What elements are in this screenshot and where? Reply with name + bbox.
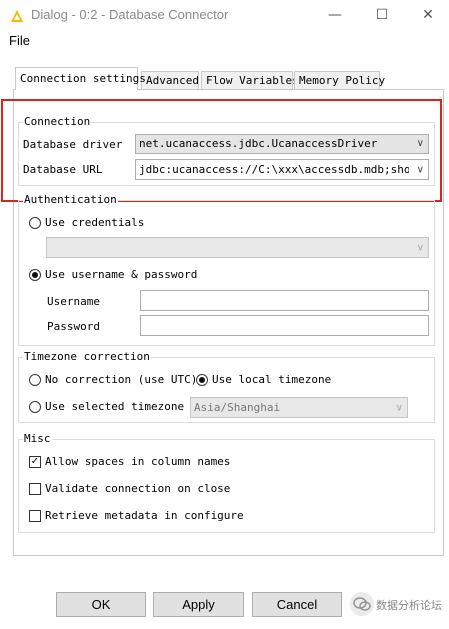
retrieve-metadata-checkbox[interactable]	[29, 510, 41, 522]
close-button[interactable]: ✕	[419, 6, 437, 24]
retrieve-metadata-label: Retrieve metadata in configure	[45, 509, 244, 522]
no-correction-label: No correction (use UTC)	[45, 373, 198, 386]
credentials-select[interactable]: ∨	[46, 237, 429, 258]
username-label: Username	[47, 295, 100, 308]
watermark-text: 数据分析论坛	[376, 600, 442, 612]
minimize-button[interactable]: —	[326, 6, 344, 24]
use-local-timezone-label: Use local timezone	[212, 373, 332, 386]
cancel-button[interactable]: Cancel	[252, 592, 342, 617]
password-label: Password	[47, 320, 100, 333]
misc-group-title: Misc	[23, 432, 52, 445]
checkmark-icon: ✓	[30, 456, 40, 467]
use-selected-timezone-label: Use selected timezone	[45, 400, 185, 413]
maximize-button[interactable]: ☐	[373, 6, 391, 24]
tab-flow-variables[interactable]: Flow Variables	[201, 71, 299, 89]
tab-memory-policy[interactable]: Memory Policy	[294, 71, 385, 89]
username-input[interactable]	[140, 290, 429, 311]
ok-button[interactable]: OK	[56, 592, 146, 617]
menu-file[interactable]: File	[9, 33, 30, 48]
timezone-group-title: Timezone correction	[23, 350, 151, 363]
password-input[interactable]	[140, 315, 429, 336]
wechat-logo-icon	[350, 592, 374, 616]
highlight-box	[1, 99, 442, 202]
chevron-down-icon: ∨	[395, 402, 403, 413]
timezone-value: Asia/Shanghai	[194, 401, 281, 414]
use-selected-timezone-radio[interactable]	[29, 401, 41, 413]
use-username-password-label: Use username & password	[45, 268, 198, 281]
timezone-select[interactable]: Asia/Shanghai ∨	[190, 397, 408, 418]
use-credentials-radio[interactable]	[29, 217, 41, 229]
chevron-down-icon: ∨	[416, 242, 424, 253]
window-title: Dialog - 0:2 - Database Connector	[31, 7, 229, 22]
use-local-timezone-radio[interactable]	[196, 374, 208, 386]
use-username-password-radio[interactable]	[29, 269, 41, 281]
apply-button[interactable]: Apply	[153, 592, 244, 617]
allow-spaces-checkbox[interactable]: ✓	[29, 456, 41, 468]
tab-advanced[interactable]: Advanced	[141, 71, 199, 89]
allow-spaces-label: Allow spaces in column names	[45, 455, 231, 468]
validate-connection-checkbox[interactable]	[29, 483, 41, 495]
no-correction-radio[interactable]	[29, 374, 41, 386]
knime-warning-icon	[11, 10, 23, 22]
tab-connection-settings[interactable]: Connection settings	[15, 67, 146, 90]
authentication-group-title: Authentication	[23, 193, 118, 206]
use-credentials-label: Use credentials	[45, 216, 145, 229]
validate-connection-label: Validate connection on close	[45, 482, 231, 495]
title-bar: Dialog - 0:2 - Database Connector — ☐ ✕	[0, 0, 449, 32]
